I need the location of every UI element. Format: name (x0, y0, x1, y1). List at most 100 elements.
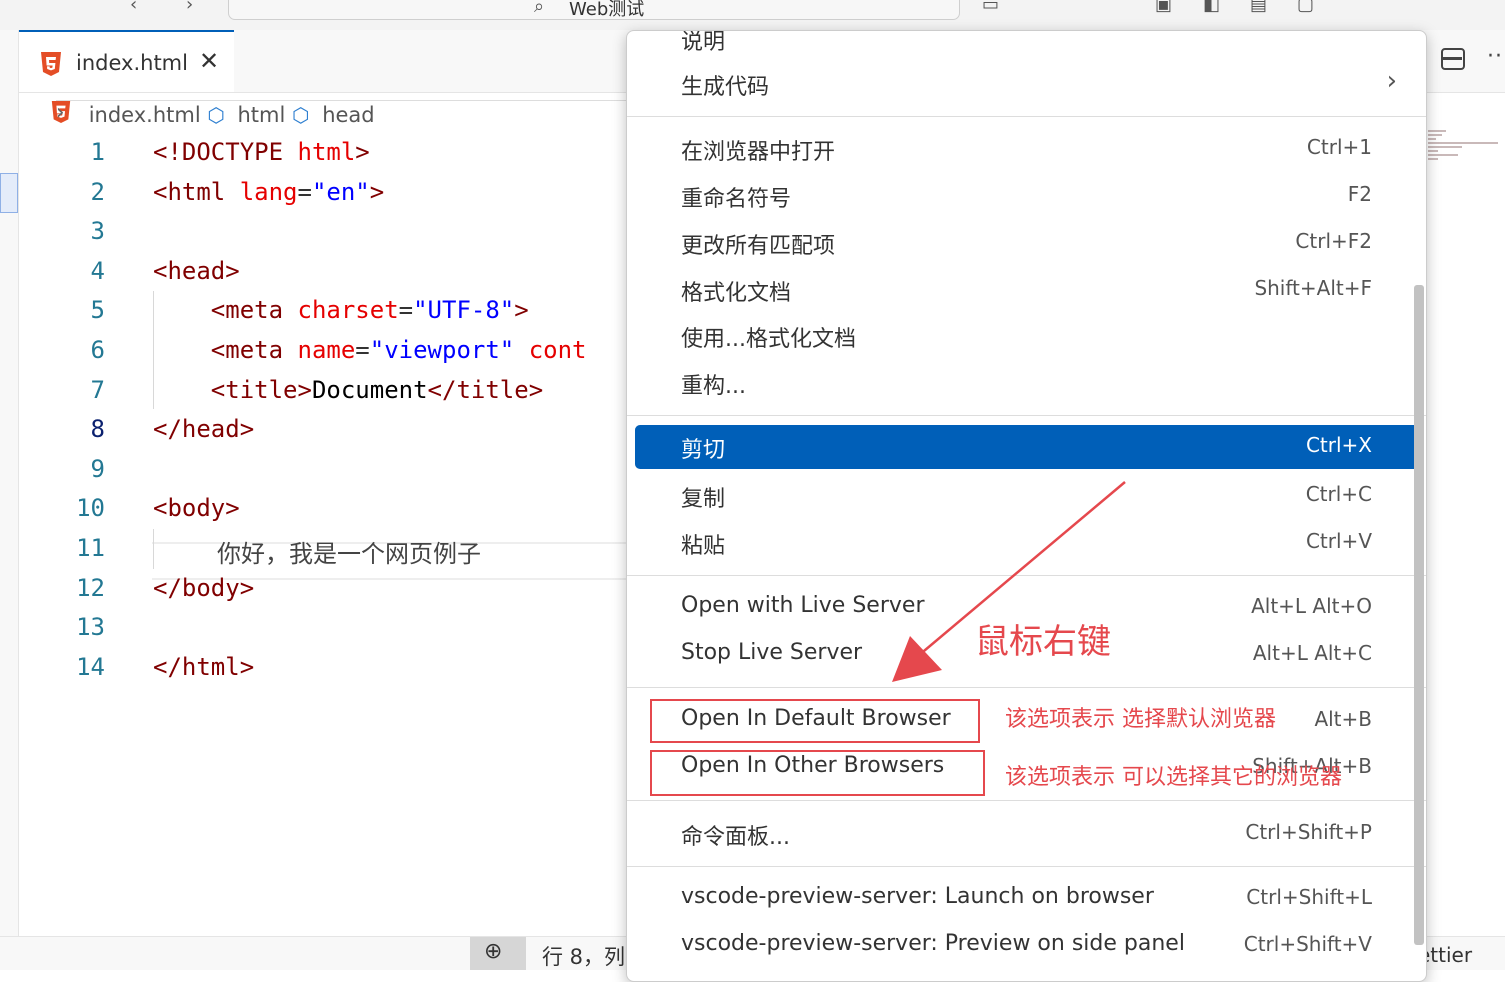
command-center-search[interactable]: ⌕ Web测试 (228, 0, 960, 20)
html5-icon (39, 51, 63, 81)
annotation-other-browsers: 该选项表示 可以选择其它的浏览器 (1005, 765, 1342, 790)
line-number: 12 (76, 574, 105, 602)
line-number: 14 (76, 653, 105, 681)
doctype: <!DOCTYPE (153, 138, 298, 166)
code-line: 13 (19, 608, 629, 648)
minimap[interactable] (1428, 130, 1498, 170)
chat-icon[interactable]: ▭ (982, 0, 999, 15)
tag-close: > (514, 296, 529, 324)
tag: <title> (153, 376, 312, 404)
split-editor-icon[interactable] (1441, 48, 1465, 70)
code-line: 3 (19, 212, 629, 252)
menu-item-cut[interactable]: 剪切 Ctrl+X (635, 425, 1419, 469)
code-line: 1 <!DOCTYPE html> (19, 133, 629, 173)
menu-item-shortcut: Ctrl+F2 (1295, 229, 1372, 253)
breadcrumb-head[interactable]: head (322, 103, 374, 127)
menu-scrollbar[interactable] (1414, 285, 1424, 945)
menu-item-label: 重构... (681, 374, 746, 399)
menu-item-rename-symbol[interactable]: 重命名符号 F2 (635, 174, 1419, 218)
code-line: 2 <html lang="en"> (19, 173, 629, 213)
menu-item-label: 生成代码 (681, 75, 770, 100)
attribute: name (297, 336, 356, 364)
layout-icon[interactable]: ▣ (1155, 0, 1172, 15)
active-indicator (0, 173, 18, 213)
line-number: 8 (90, 415, 105, 443)
tag-close: </title> (427, 376, 544, 404)
line-number: 10 (76, 494, 105, 522)
toggle-sidebar-icon[interactable]: ◧ (1203, 0, 1220, 15)
menu-item-shortcut: Alt+B (1314, 707, 1372, 731)
line-number: 13 (76, 613, 105, 641)
menu-item-shortcut: F2 (1347, 182, 1372, 206)
menu-item-change-all-occurrences[interactable]: 更改所有匹配项 Ctrl+F2 (635, 221, 1419, 265)
attribute: charset (297, 296, 399, 324)
menu-item-shortcut: Ctrl+X (1305, 433, 1372, 457)
attribute-value: "en" (311, 178, 370, 206)
close-icon[interactable]: ✕ (199, 47, 219, 75)
menu-item-shortcut: Ctrl+Shift+P (1245, 820, 1372, 844)
tab-label: index.html (76, 51, 188, 75)
equals: = (398, 296, 414, 324)
menu-item-explain[interactable]: 说明 (635, 30, 1419, 61)
tab-index-html[interactable]: index.html ✕ (19, 30, 234, 92)
menu-item-label: 剪切 (681, 438, 726, 463)
attribute: cont (514, 336, 587, 364)
menu-item-label: 更改所有匹配项 (681, 234, 836, 259)
tag: <html (153, 178, 240, 206)
code-line: 4 <head> (19, 252, 629, 292)
menu-item-shortcut: Ctrl+Shift+L (1246, 885, 1372, 909)
menu-item-label: vscode-preview-server: Preview on side p… (681, 931, 1185, 956)
code-line: 9 (19, 450, 629, 490)
menu-item-shortcut: Ctrl+V (1305, 529, 1372, 553)
line-number: 9 (90, 455, 105, 483)
cursor-position[interactable]: 行 8，列 (542, 941, 625, 971)
tag: </body> (153, 574, 255, 602)
search-icon: ⌕ (534, 0, 545, 17)
code-line: 10 <body> (19, 489, 629, 529)
menu-item-label: 重命名符号 (681, 187, 792, 212)
menu-item-label: 使用...格式化文档 (681, 327, 856, 352)
forward-icon[interactable]: › (186, 0, 193, 15)
menu-item-command-palette[interactable]: 命令面板... Ctrl+Shift+P (635, 812, 1419, 856)
menu-item-format-document-with[interactable]: 使用...格式化文档 (635, 314, 1419, 358)
back-icon[interactable]: ‹ (130, 0, 137, 15)
line-number: 5 (90, 296, 105, 324)
code-editor[interactable]: 1 <!DOCTYPE html> 2 <html lang="en"> 3 4… (19, 133, 648, 933)
equals: = (355, 336, 370, 364)
line-number: 7 (90, 376, 105, 404)
annotation-box-other-browsers (650, 750, 985, 796)
tag: <meta (153, 296, 298, 324)
code-line: 7 <title>Document</title> (19, 371, 629, 411)
symbol-element-icon: ⬡ (207, 102, 225, 127)
menu-item-refactor[interactable]: 重构... (635, 361, 1419, 405)
menu-item-generate-code[interactable]: 生成代码 › (635, 62, 1419, 106)
menu-item-shortcut: Ctrl+Shift+V (1243, 932, 1372, 956)
menu-item-shortcut: Ctrl+C (1305, 482, 1372, 506)
code-line: 6 <meta name="viewport" cont (19, 331, 629, 371)
attribute: lang (239, 178, 298, 206)
menu-separator (627, 116, 1426, 117)
menu-item-format-document[interactable]: 格式化文档 Shift+Alt+F (635, 268, 1419, 312)
customize-layout-icon[interactable]: ▢ (1297, 0, 1314, 15)
menu-item-launch-on-browser[interactable]: vscode-preview-server: Launch on browser… (635, 877, 1419, 921)
toggle-panel-icon[interactable]: ▤ (1250, 0, 1267, 15)
symbol-element-icon: ⬡ (292, 102, 310, 127)
line-number: 11 (76, 534, 105, 562)
menu-item-shortcut: Shift+Alt+F (1254, 276, 1372, 300)
menu-item-label: vscode-preview-server: Launch on browser (681, 884, 1154, 909)
breadcrumb-file[interactable]: index.html (89, 103, 201, 127)
code-line: 5 <meta charset="UTF-8"> (19, 291, 629, 331)
workspace-title: Web测试 (569, 0, 645, 20)
zoom-button[interactable]: ⊕ (470, 937, 526, 970)
more-actions-icon[interactable]: ··· (1487, 44, 1505, 69)
menu-item-preview-side-panel[interactable]: vscode-preview-server: Preview on side p… (635, 924, 1419, 968)
breadcrumb-html[interactable]: html (238, 103, 286, 127)
line-number: 4 (90, 257, 105, 285)
menu-separator (627, 800, 1426, 801)
tag-close: > (369, 178, 385, 206)
menu-item-open-in-browser[interactable]: 在浏览器中打开 Ctrl+1 (635, 127, 1419, 171)
title-bar: ‹ › ⌕ Web测试 ▭ ▣ ◧ ▤ ▢ (0, 0, 1505, 30)
menu-item-label: 说明 (681, 30, 726, 55)
zoom-in-icon: ⊕ (484, 939, 503, 964)
breadcrumb: index.html › ⬡ html › ⬡ head (50, 100, 855, 128)
